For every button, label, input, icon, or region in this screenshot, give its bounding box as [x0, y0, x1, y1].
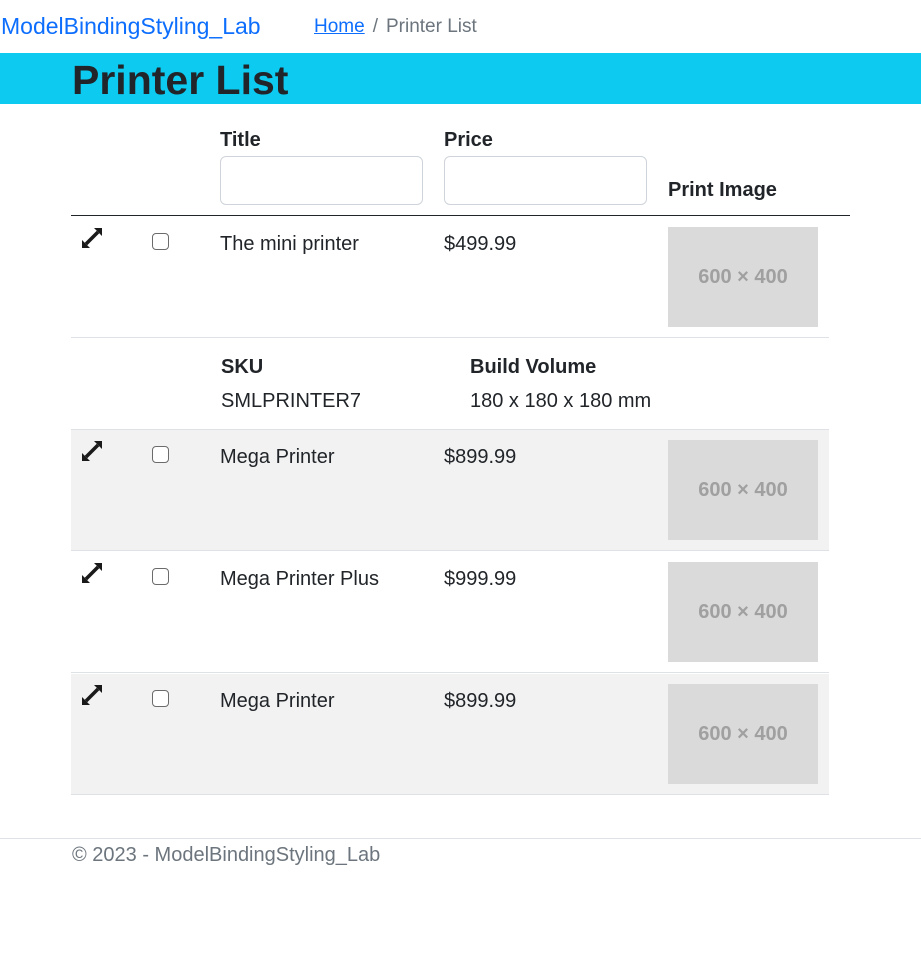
row-title: Mega Printer — [220, 690, 335, 712]
expand-arrows-icon[interactable] — [81, 684, 103, 706]
table-row: Mega Printer Plus $999.99 600 × 400 — [71, 552, 829, 673]
row-select-checkbox[interactable] — [152, 446, 169, 463]
build-volume-value: 180 x 180 x 180 mm — [470, 390, 652, 412]
row-title: The mini printer — [220, 233, 359, 255]
printer-image-placeholder: 600 × 400 — [668, 684, 818, 784]
expand-arrows-icon[interactable] — [81, 562, 103, 584]
row-price: $899.99 — [444, 446, 517, 468]
row-price: $999.99 — [444, 568, 517, 590]
breadcrumb: Home / Printer List — [314, 16, 477, 38]
printer-image-placeholder: 600 × 400 — [668, 440, 818, 540]
detail-row: SKU SMLPRINTER7 Build Volume 180 x 180 x… — [71, 338, 829, 430]
printer-image-placeholder: 600 × 400 — [668, 227, 818, 327]
page-title-banner: Printer List — [0, 53, 921, 104]
sku-label: SKU — [221, 356, 264, 378]
printer-image-placeholder: 600 × 400 — [668, 562, 818, 662]
price-filter-input[interactable] — [444, 156, 647, 205]
row-select-checkbox[interactable] — [152, 690, 169, 707]
page-title: Printer List — [72, 57, 289, 103]
row-price: $499.99 — [444, 233, 517, 255]
row-select-checkbox[interactable] — [152, 233, 169, 250]
table-row: Mega Printer $899.99 600 × 400 — [71, 430, 829, 551]
table-row: The mini printer $499.99 600 × 400 — [71, 217, 829, 338]
breadcrumb-home-link[interactable]: Home — [314, 16, 365, 37]
title-filter-input[interactable] — [220, 156, 423, 205]
row-price: $899.99 — [444, 690, 517, 712]
row-title: Mega Printer — [220, 446, 335, 468]
column-header-price: Price — [444, 129, 493, 151]
footer-copyright: © 2023 - ModelBindingStyling_Lab — [72, 844, 381, 866]
column-header-title: Title — [220, 129, 261, 151]
row-select-checkbox[interactable] — [152, 568, 169, 585]
brand-link[interactable]: ModelBindingStyling_Lab — [1, 13, 261, 40]
footer-divider — [0, 838, 921, 839]
header-divider — [71, 215, 850, 216]
expand-arrows-icon[interactable] — [81, 440, 103, 462]
breadcrumb-current: Printer List — [385, 16, 477, 37]
build-volume-label: Build Volume — [470, 356, 597, 378]
breadcrumb-separator: / — [372, 16, 378, 37]
expand-arrows-icon[interactable] — [81, 227, 103, 249]
table-row: Mega Printer $899.99 600 × 400 — [71, 674, 829, 795]
navbar: ModelBindingStyling_Lab Home / Printer Lis… — [0, 0, 921, 53]
row-title: Mega Printer Plus — [220, 568, 379, 590]
sku-value: SMLPRINTER7 — [221, 390, 362, 412]
column-header-print-image: Print Image — [668, 179, 777, 201]
